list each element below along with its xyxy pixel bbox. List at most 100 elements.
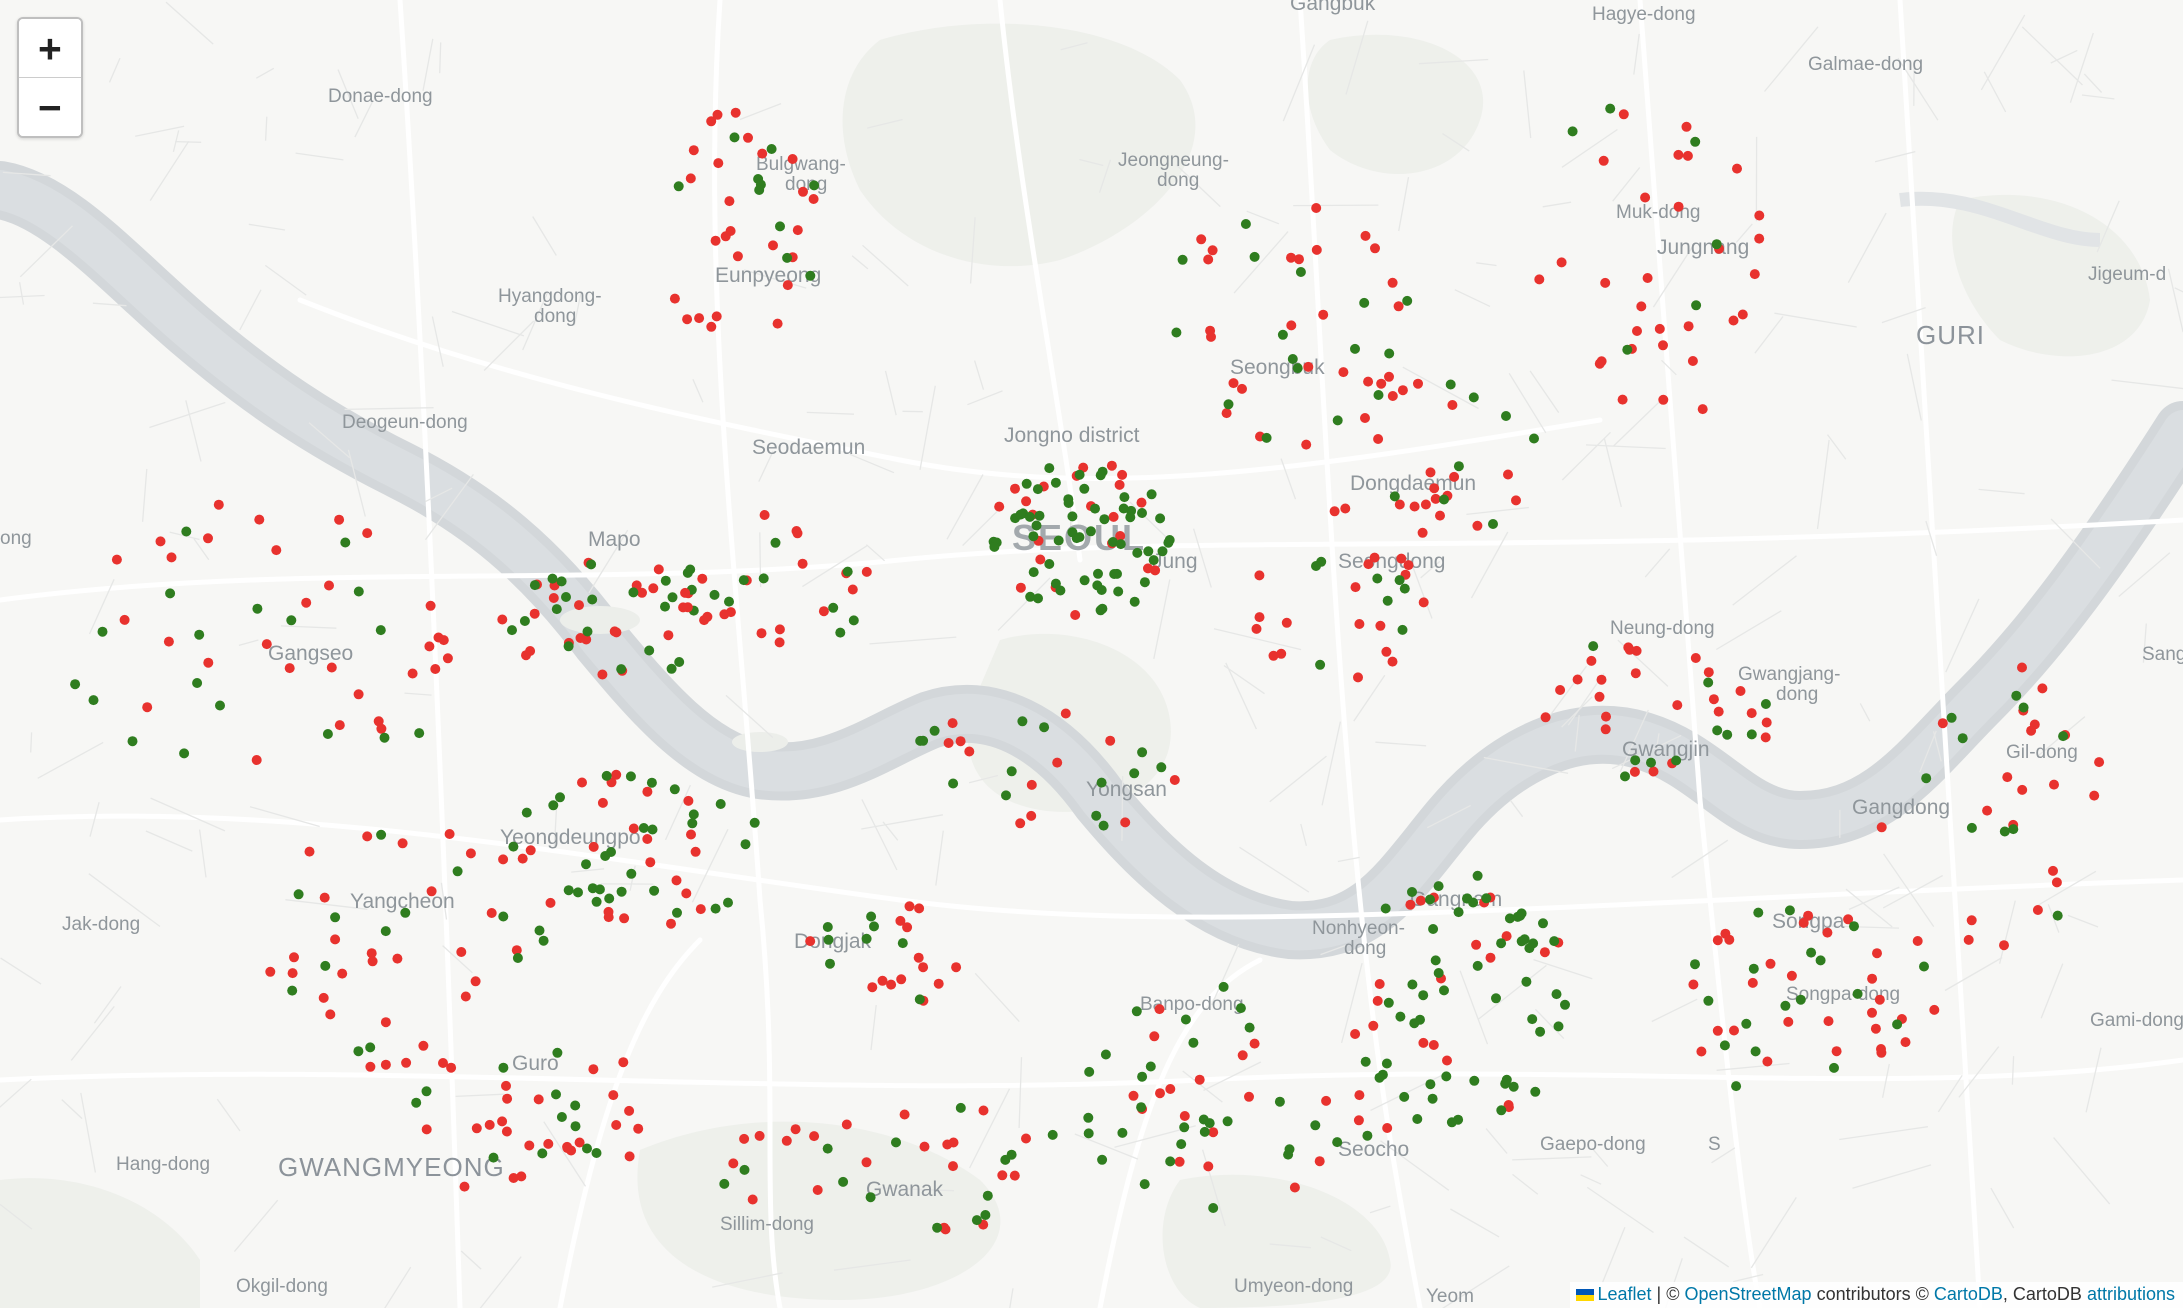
red-marker[interactable] xyxy=(1154,1004,1165,1015)
green-marker[interactable] xyxy=(1074,532,1085,543)
green-marker[interactable] xyxy=(1125,512,1136,523)
red-marker[interactable] xyxy=(1556,257,1567,268)
red-marker[interactable] xyxy=(2002,772,2013,783)
green-marker[interactable] xyxy=(1119,492,1130,503)
red-marker[interactable] xyxy=(886,979,897,990)
red-marker[interactable] xyxy=(757,148,768,159)
red-marker[interactable] xyxy=(1194,1074,1205,1085)
green-marker[interactable] xyxy=(1383,997,1394,1008)
green-marker[interactable] xyxy=(1129,596,1140,607)
red-marker[interactable] xyxy=(1823,1016,1834,1027)
red-marker[interactable] xyxy=(812,1185,823,1195)
red-marker[interactable] xyxy=(1196,234,1207,245)
green-marker[interactable] xyxy=(1397,624,1408,635)
red-marker[interactable] xyxy=(284,663,295,674)
red-marker[interactable] xyxy=(367,956,378,967)
green-marker[interactable] xyxy=(710,903,721,914)
green-marker[interactable] xyxy=(1090,503,1100,514)
green-marker[interactable] xyxy=(971,1215,982,1226)
red-marker[interactable] xyxy=(1642,273,1653,283)
red-marker[interactable] xyxy=(261,639,272,650)
green-marker[interactable] xyxy=(1179,1122,1190,1133)
green-marker[interactable] xyxy=(805,270,816,281)
green-marker[interactable] xyxy=(551,1089,561,1100)
green-marker[interactable] xyxy=(380,926,391,937)
red-marker[interactable] xyxy=(697,573,708,584)
green-marker[interactable] xyxy=(1222,1116,1233,1127)
red-marker[interactable] xyxy=(628,823,639,834)
red-marker[interactable] xyxy=(1165,1084,1176,1094)
red-marker[interactable] xyxy=(1735,686,1746,696)
green-marker[interactable] xyxy=(822,1143,833,1154)
green-marker[interactable] xyxy=(1529,433,1539,444)
green-marker[interactable] xyxy=(340,537,351,548)
red-marker[interactable] xyxy=(1350,1029,1361,1039)
red-marker[interactable] xyxy=(1749,269,1760,280)
green-marker[interactable] xyxy=(1171,327,1182,338)
red-marker[interactable] xyxy=(442,653,453,664)
red-marker[interactable] xyxy=(1015,818,1026,829)
red-marker[interactable] xyxy=(1555,685,1566,695)
green-marker[interactable] xyxy=(1332,1137,1343,1148)
red-marker[interactable] xyxy=(1026,779,1037,790)
green-marker[interactable] xyxy=(688,809,699,820)
red-marker[interactable] xyxy=(933,978,944,989)
green-marker[interactable] xyxy=(1136,1102,1147,1113)
red-marker[interactable] xyxy=(577,777,587,788)
red-marker[interactable] xyxy=(1737,309,1748,320)
green-marker[interactable] xyxy=(322,729,333,739)
red-marker[interactable] xyxy=(1673,149,1684,160)
red-marker[interactable] xyxy=(1472,520,1483,531)
green-marker[interactable] xyxy=(749,817,760,828)
red-marker[interactable] xyxy=(1937,718,1948,729)
green-marker[interactable] xyxy=(1646,757,1656,768)
red-marker[interactable] xyxy=(682,602,693,613)
red-marker[interactable] xyxy=(1372,995,1383,1006)
green-marker[interactable] xyxy=(181,526,192,537)
green-marker[interactable] xyxy=(1722,729,1733,740)
green-marker[interactable] xyxy=(682,567,693,578)
red-marker[interactable] xyxy=(724,196,735,207)
green-marker[interactable] xyxy=(822,922,833,932)
green-marker[interactable] xyxy=(563,641,574,652)
red-marker[interactable] xyxy=(680,587,691,598)
red-marker[interactable] xyxy=(997,1170,1008,1181)
red-marker[interactable] xyxy=(943,738,954,748)
red-marker[interactable] xyxy=(1870,1023,1881,1034)
red-marker[interactable] xyxy=(1303,361,1314,372)
green-marker[interactable] xyxy=(1132,547,1143,558)
red-marker[interactable] xyxy=(1618,109,1629,120)
green-marker[interactable] xyxy=(127,736,138,747)
cartodb-link[interactable]: CartoDB xyxy=(1934,1284,2003,1304)
red-marker[interactable] xyxy=(1381,646,1392,657)
red-marker[interactable] xyxy=(743,132,753,143)
green-marker[interactable] xyxy=(1750,1046,1761,1057)
green-marker[interactable] xyxy=(400,907,411,918)
red-marker[interactable] xyxy=(1286,252,1296,263)
red-marker[interactable] xyxy=(529,608,540,619)
green-marker[interactable] xyxy=(512,953,523,963)
green-marker[interactable] xyxy=(1157,546,1168,557)
green-marker[interactable] xyxy=(616,664,627,675)
red-marker[interactable] xyxy=(471,1123,482,1134)
green-marker[interactable] xyxy=(375,625,386,636)
red-marker[interactable] xyxy=(1687,356,1698,366)
leaflet-link[interactable]: Leaflet xyxy=(1597,1284,1651,1304)
green-marker[interactable] xyxy=(1712,725,1723,736)
green-marker[interactable] xyxy=(1249,251,1260,262)
red-marker[interactable] xyxy=(1539,947,1550,958)
green-marker[interactable] xyxy=(1156,762,1167,773)
green-marker[interactable] xyxy=(1032,484,1043,495)
green-marker[interactable] xyxy=(1407,887,1417,897)
red-marker[interactable] xyxy=(611,769,622,780)
red-marker[interactable] xyxy=(1314,1156,1325,1167)
green-marker[interactable] xyxy=(1100,1049,1111,1060)
green-marker[interactable] xyxy=(1113,586,1124,597)
red-marker[interactable] xyxy=(1747,977,1758,988)
red-marker[interactable] xyxy=(1728,315,1739,326)
red-marker[interactable] xyxy=(501,1080,511,1091)
red-marker[interactable] xyxy=(609,626,620,637)
red-marker[interactable] xyxy=(1205,325,1216,336)
red-marker[interactable] xyxy=(2051,877,2062,888)
red-marker[interactable] xyxy=(772,318,783,329)
